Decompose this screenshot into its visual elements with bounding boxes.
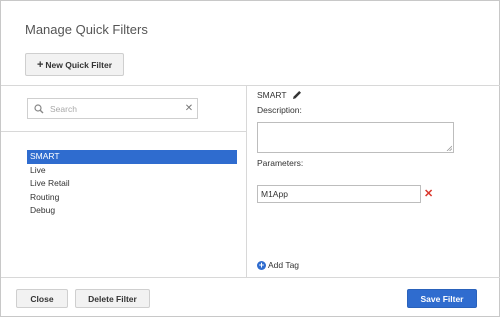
quick-filter-list: SMART Live Live Retail Routing Debug: [27, 150, 237, 218]
description-field[interactable]: [257, 122, 454, 153]
list-item-live-retail[interactable]: Live Retail: [27, 177, 237, 191]
add-tag-label: Add Tag: [268, 260, 300, 270]
description-label: Description:: [257, 105, 302, 115]
parameters-label: Parameters:: [257, 158, 304, 168]
add-tag-button[interactable]: + Add Tag: [257, 260, 299, 270]
clear-icon[interactable]: ✕: [181, 103, 197, 114]
remove-icon[interactable]: ✕: [424, 187, 433, 200]
close-button[interactable]: Close: [16, 289, 68, 308]
manage-quick-filters-dialog: Manage Quick Filters + New Quick Filter …: [0, 0, 500, 317]
parameter-input[interactable]: [257, 185, 421, 203]
add-circle-icon: +: [257, 259, 266, 270]
list-item-debug[interactable]: Debug: [27, 204, 237, 218]
header-divider: [1, 85, 500, 86]
pencil-icon[interactable]: [292, 90, 302, 100]
dialog-title: Manage Quick Filters: [25, 22, 148, 37]
search-box: ✕: [27, 98, 198, 119]
delete-filter-button[interactable]: Delete Filter: [75, 289, 150, 308]
new-quick-filter-label: New Quick Filter: [45, 59, 113, 70]
filter-name-header: SMART: [257, 90, 302, 100]
footer-divider: [1, 277, 500, 278]
list-item-live[interactable]: Live: [27, 164, 237, 178]
list-item-smart[interactable]: SMART: [27, 150, 237, 164]
search-divider: [1, 131, 246, 132]
new-quick-filter-button[interactable]: + New Quick Filter: [25, 53, 124, 76]
save-filter-button[interactable]: Save Filter: [407, 289, 477, 308]
panel-divider: [246, 85, 247, 277]
search-icon: [28, 103, 50, 114]
search-input[interactable]: [50, 103, 181, 114]
resize-handle-icon[interactable]: [446, 145, 452, 151]
plus-icon: +: [36, 58, 44, 71]
filter-name: SMART: [257, 90, 287, 100]
list-item-routing[interactable]: Routing: [27, 191, 237, 205]
